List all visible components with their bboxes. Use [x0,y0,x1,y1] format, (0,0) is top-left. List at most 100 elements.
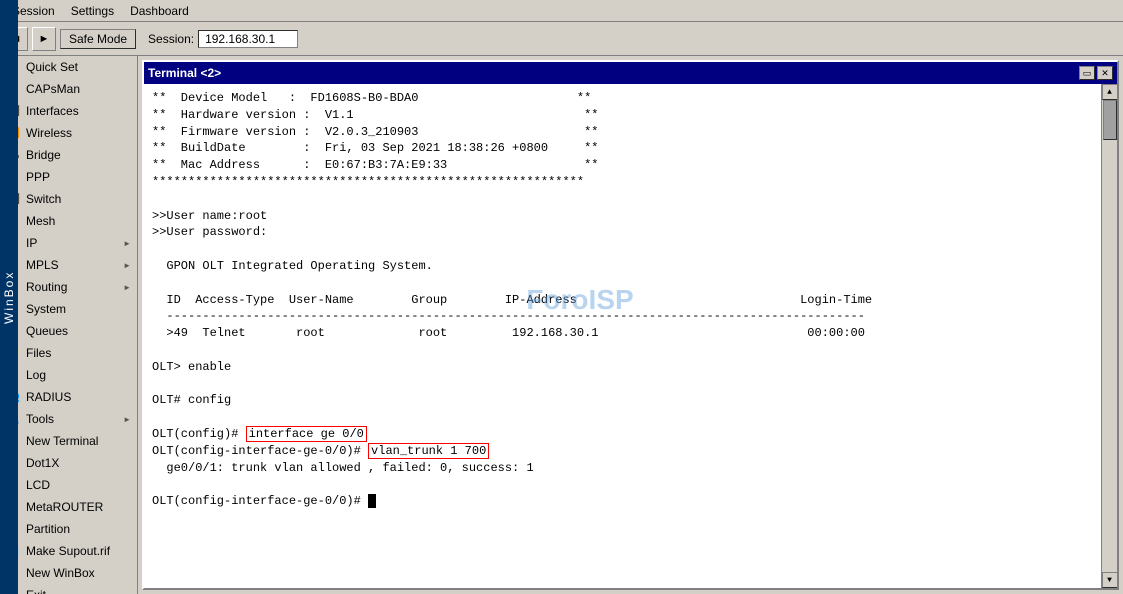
scroll-thumb[interactable] [1103,100,1117,140]
terminal-pass-prompt: >>User password: [152,225,267,239]
terminal-enable-cmd: OLT> enable [152,360,231,374]
sidebar-label-quick-set: Quick Set [26,60,131,74]
terminal-cursor [368,494,376,508]
scroll-down-button[interactable]: ▼ [1102,572,1118,588]
sidebar-label-tools: Tools [26,412,119,426]
sidebar-label-queues: Queues [26,324,131,338]
sidebar-label-exit: Exit [26,588,131,594]
sidebar-item-bridge[interactable]: ▬ Bridge [0,144,137,166]
sidebar-label-log: Log [26,368,131,382]
scroll-up-button[interactable]: ▲ [1102,84,1118,100]
sidebar-item-queues[interactable]: ▤ Queues [0,320,137,342]
terminal-final-prompt: OLT(config-interface-ge-0/0)# [152,494,376,508]
sidebar-item-interfaces[interactable]: ⬛ Interfaces [0,100,137,122]
sidebar-item-partition[interactable]: ⊟ Partition [0,518,137,540]
terminal-title-buttons: ▭ ✕ [1079,66,1113,80]
terminal-window: Terminal <2> ▭ ✕ ** Device Model : FD160… [142,60,1119,590]
sidebar-item-ip[interactable]: ▣ IP ► [0,232,137,254]
sidebar-label-ip: IP [26,236,119,250]
sidebar-label-wireless: Wireless [26,126,131,140]
ip-arrow-icon: ► [123,239,131,248]
terminal-line-5: ** Mac Address : E0:67:B3:7A:E9:33 ** [152,158,598,172]
sidebar-item-switch[interactable]: ⬛ Switch [0,188,137,210]
sidebar-label-interfaces: Interfaces [26,104,131,118]
terminal-line-2: ** Hardware version : V1.1 ** [152,108,598,122]
tools-arrow-icon: ► [123,415,131,424]
sidebar-item-capsman[interactable]: ◉ CAPsMan [0,78,137,100]
sidebar-item-radius[interactable]: 👥 RADIUS [0,386,137,408]
sidebar-label-metarouter: MetaROUTER [26,500,131,514]
sidebar-item-routing[interactable]: ↗ Routing ► [0,276,137,298]
routing-arrow-icon: ► [123,283,131,292]
terminal-user-prompt: >>User name:root [152,209,267,223]
menu-settings[interactable]: Settings [63,2,122,20]
terminal-gpon-msg: GPON OLT Integrated Operating System. [152,259,433,273]
terminal-table-row: >49 Telnet root root 192.168.30.1 00:00:… [152,326,865,340]
terminal-line-4: ** BuildDate : Fri, 03 Sep 2021 18:38:26… [152,141,598,155]
terminal-table-divider: ----------------------------------------… [152,309,865,323]
menu-dashboard[interactable]: Dashboard [122,2,197,20]
terminal-interface-prompt: OLT(config)# interface ge 0/0 [152,426,367,442]
sidebar-label-new-terminal: New Terminal [26,434,131,448]
menu-bar: Session Settings Dashboard [0,0,1123,22]
session-ip: 192.168.30.1 [198,30,298,48]
terminal-content[interactable]: ** Device Model : FD1608S-B0-BDA0 ** ** … [144,84,1101,588]
terminal-line-6: ****************************************… [152,175,584,189]
sidebar-label-dot1x: Dot1X [26,456,131,470]
sidebar-label-files: Files [26,346,131,360]
sidebar-item-lcd[interactable]: ▣ LCD [0,474,137,496]
terminal-title: Terminal <2> [148,66,221,80]
sidebar-label-lcd: LCD [26,478,131,492]
terminal-scrollbar: ▲ ▼ [1101,84,1117,588]
sidebar-label-radius: RADIUS [26,390,131,404]
terminal-vlan-result: ge0/0/1: trunk vlan allowed , failed: 0,… [152,461,534,475]
main-layout: ⚡ Quick Set ◉ CAPsMan ⬛ Interfaces 📶 Wir… [0,56,1123,594]
terminal-vlan-prompt: OLT(config-interface-ge-0/0)# vlan_trunk… [152,443,489,459]
sidebar-item-dot1x[interactable]: ◈ Dot1X [0,452,137,474]
terminal-close-button[interactable]: ✕ [1097,66,1113,80]
sidebar-label-capsman: CAPsMan [26,82,131,96]
sidebar-item-new-winbox[interactable]: ⊞ New WinBox [0,562,137,584]
sidebar-label-bridge: Bridge [26,148,131,162]
sidebar-label-make-supout: Make Supout.rif [26,544,131,558]
sidebar-label-mesh: Mesh [26,214,131,228]
sidebar-item-files[interactable]: 📁 Files [0,342,137,364]
sidebar-label-partition: Partition [26,522,131,536]
sidebar-item-quick-set[interactable]: ⚡ Quick Set [0,56,137,78]
sidebar-item-make-supout[interactable]: 📄 Make Supout.rif [0,540,137,562]
sidebar: ⚡ Quick Set ◉ CAPsMan ⬛ Interfaces 📶 Wir… [0,56,138,594]
safe-mode-button[interactable]: Safe Mode [60,29,136,49]
sidebar-label-new-winbox: New WinBox [26,566,131,580]
sidebar-label-routing: Routing [26,280,119,294]
content-area: Terminal <2> ▭ ✕ ** Device Model : FD160… [138,56,1123,594]
sidebar-item-ppp[interactable]: ◈ PPP [0,166,137,188]
terminal-restore-button[interactable]: ▭ [1079,66,1095,80]
terminal-line-3: ** Firmware version : V2.0.3_210903 ** [152,125,598,139]
sidebar-label-switch: Switch [26,192,131,206]
terminal-config-cmd: OLT# config [152,393,231,407]
sidebar-item-metarouter[interactable]: ⬡ MetaROUTER [0,496,137,518]
sidebar-label-system: System [26,302,131,316]
terminal-table-header: ID Access-Type User-Name Group IP-Addres… [152,293,872,307]
terminal-vlan-cmd: vlan_trunk 1 700 [368,443,489,459]
sidebar-label-ppp: PPP [26,170,131,184]
sidebar-item-new-terminal[interactable]: ▶ New Terminal [0,430,137,452]
sidebar-item-mesh[interactable]: ⬡ Mesh [0,210,137,232]
mpls-arrow-icon: ► [123,261,131,270]
sidebar-item-system[interactable]: ⚙ System [0,298,137,320]
sidebar-item-tools[interactable]: 🔧 Tools ► [0,408,137,430]
terminal-line-1: ** Device Model : FD1608S-B0-BDA0 ** [152,91,591,105]
sidebar-label-mpls: MPLS [26,258,119,272]
terminal-interface-cmd: interface ge 0/0 [246,426,367,442]
toolbar: ◄ ► Safe Mode Session: 192.168.30.1 [0,22,1123,56]
winbox-label: WinBox [0,0,18,594]
terminal-body: ** Device Model : FD1608S-B0-BDA0 ** ** … [144,84,1117,588]
sidebar-item-mpls[interactable]: M MPLS ► [0,254,137,276]
terminal-titlebar: Terminal <2> ▭ ✕ [144,62,1117,84]
forward-button[interactable]: ► [32,27,56,51]
sidebar-item-exit[interactable]: ✖ Exit [0,584,137,594]
scroll-track [1102,100,1117,572]
sidebar-item-wireless[interactable]: 📶 Wireless [0,122,137,144]
sidebar-item-log[interactable]: ≡ Log [0,364,137,386]
session-label: Session: [148,32,194,46]
